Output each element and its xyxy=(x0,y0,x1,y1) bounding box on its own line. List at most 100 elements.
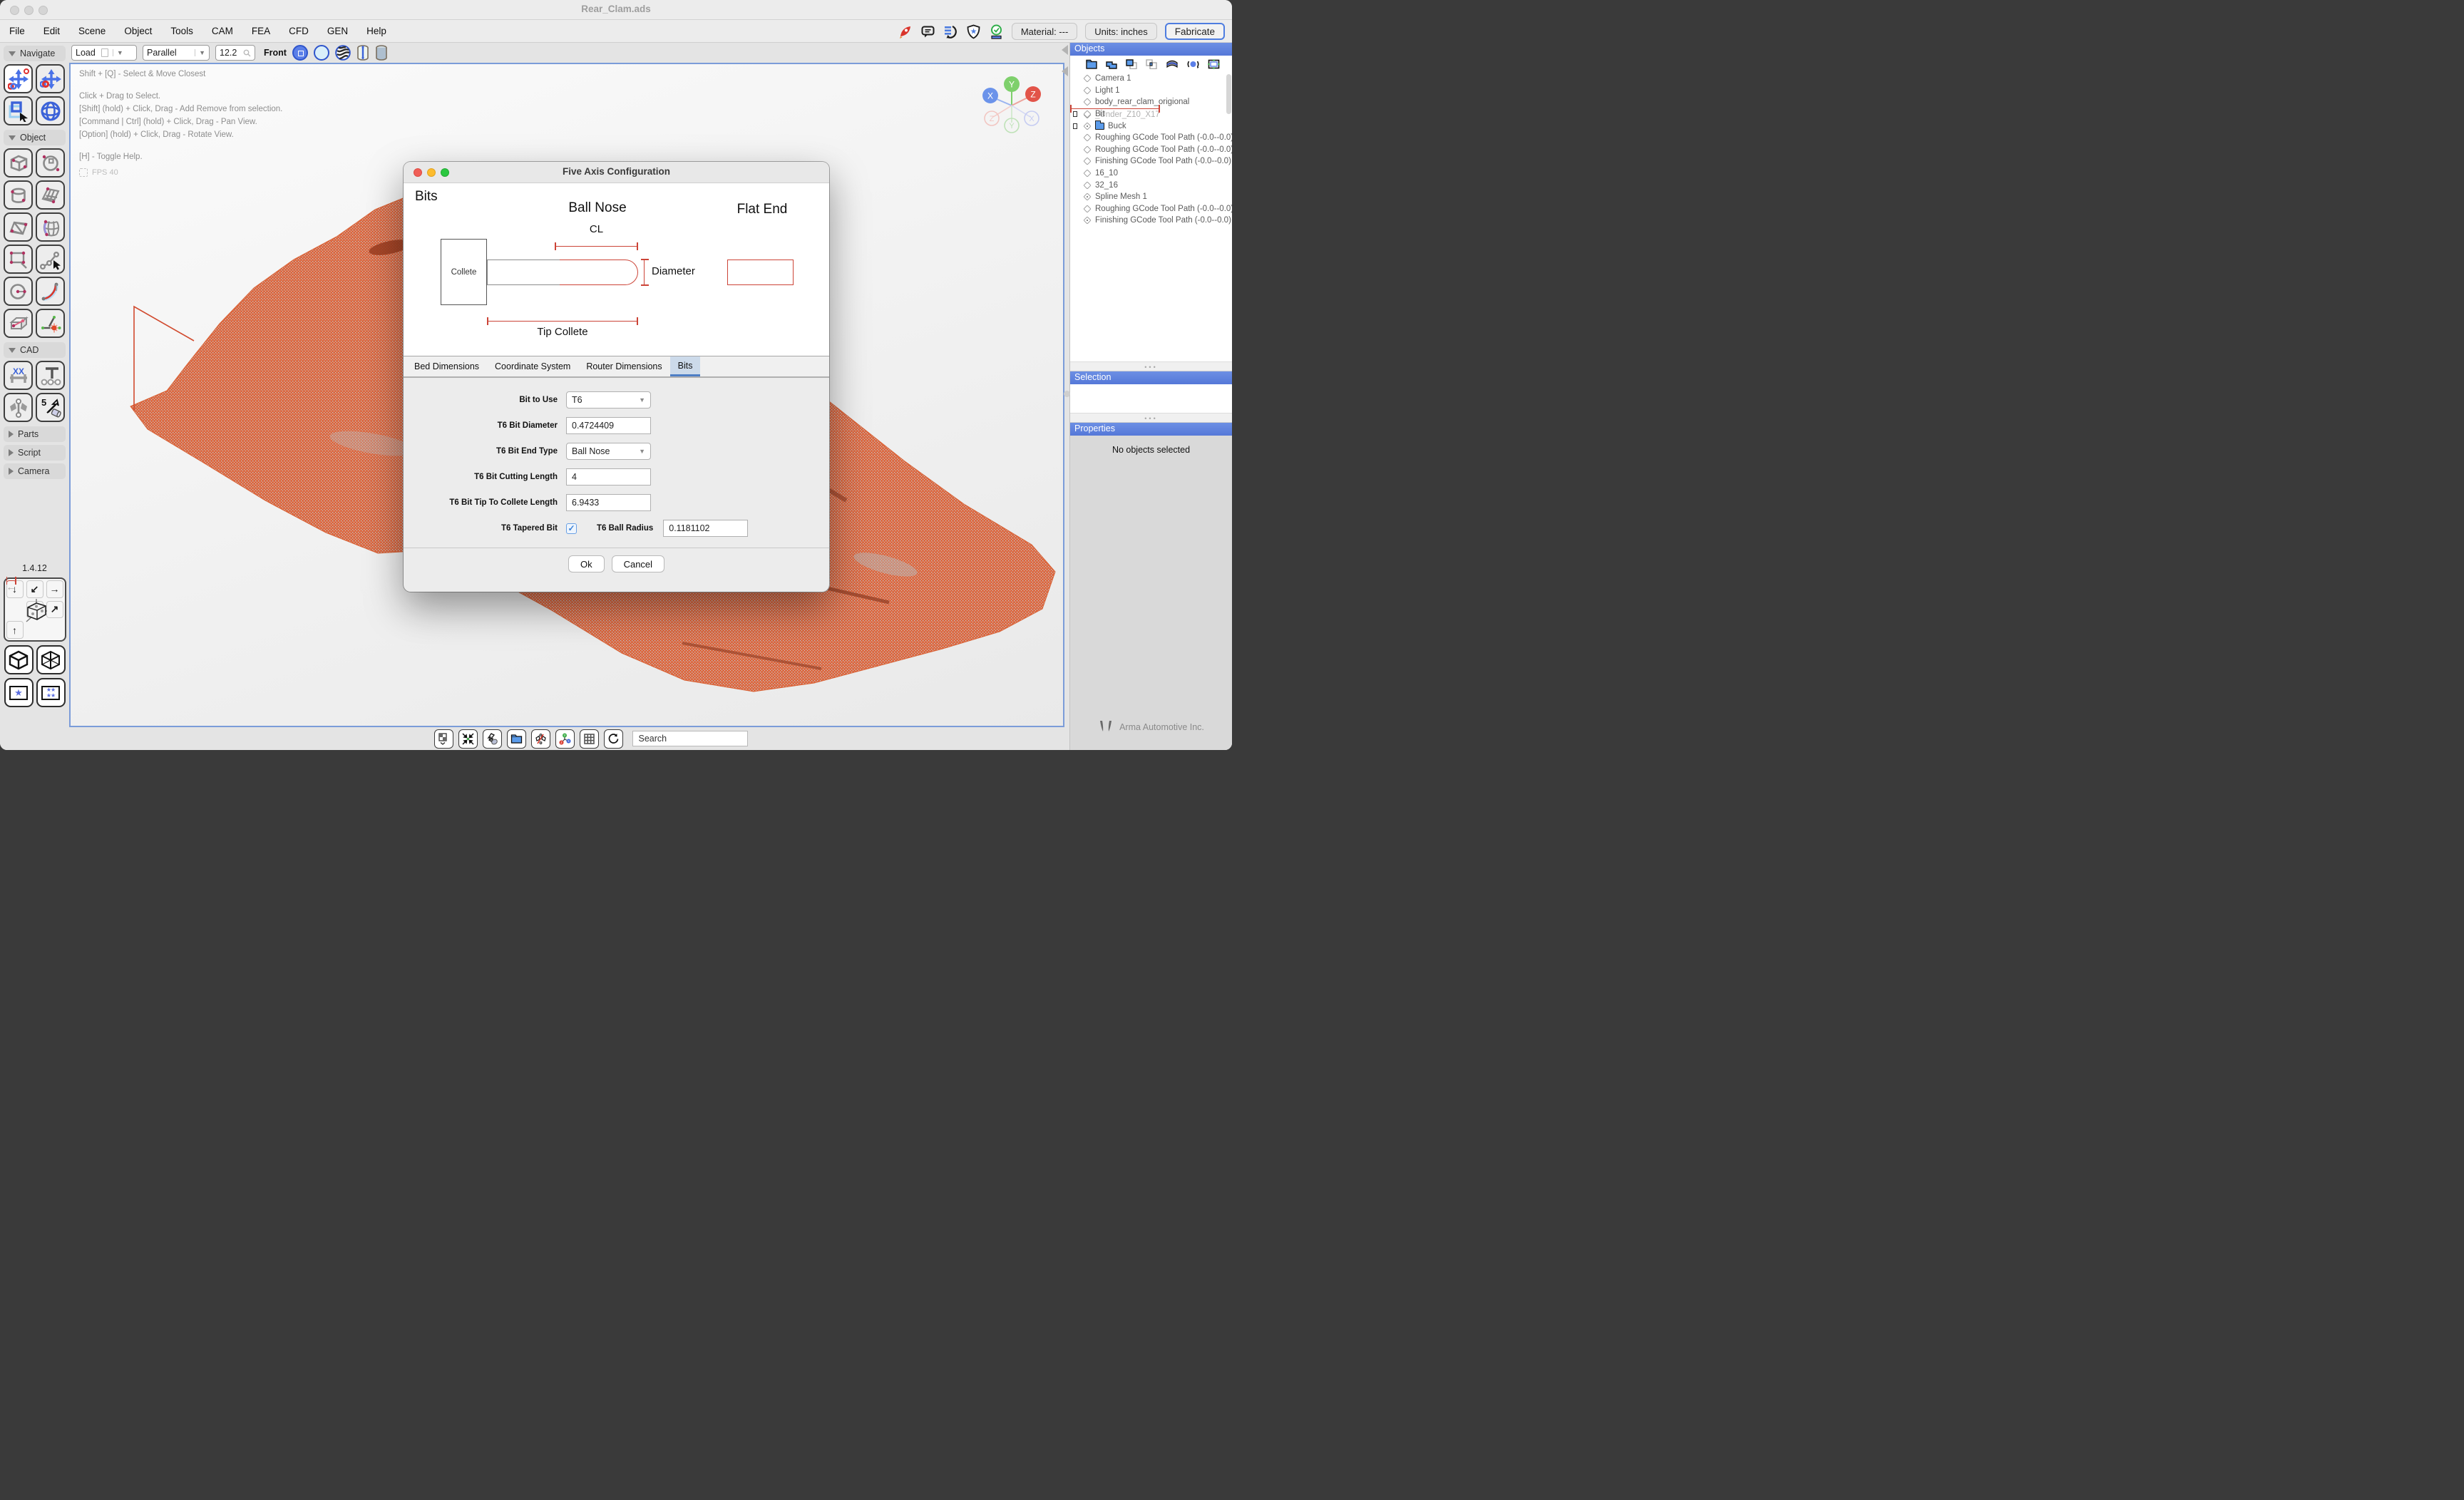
menu-item[interactable]: Help xyxy=(357,26,396,36)
history-queue-icon[interactable] xyxy=(943,24,958,39)
object-item[interactable]: 16_10 xyxy=(1070,168,1232,180)
menu-item[interactable]: File xyxy=(0,26,34,36)
sphere-tool-button[interactable] xyxy=(36,148,65,178)
rotate-object-icon[interactable] xyxy=(1187,59,1199,69)
ball-radius-input[interactable] xyxy=(663,520,748,537)
pan-right-button[interactable]: → xyxy=(46,580,63,598)
refresh-button[interactable] xyxy=(604,729,623,749)
menu-item[interactable]: Object xyxy=(115,26,161,36)
bit-cutting-length-input[interactable] xyxy=(566,468,651,486)
object-item[interactable]: Spline Mesh 1 xyxy=(1070,191,1232,203)
pane-resize-handle[interactable]: ••• xyxy=(1070,413,1232,423)
menu-item[interactable]: Edit xyxy=(34,26,69,36)
shield-star-icon[interactable]: ★ xyxy=(966,24,981,39)
object-item[interactable]: Camera 1 xyxy=(1070,73,1232,85)
axis-y-label[interactable]: Y xyxy=(1009,80,1015,90)
axis-z-label[interactable]: Z xyxy=(1030,90,1035,100)
rectangle-tool-button[interactable] xyxy=(4,245,33,274)
object-item[interactable]: Roughing GCode Tool Path (-0.0--0.0) xyxy=(1070,144,1232,156)
axis-x-label[interactable]: X xyxy=(987,91,993,101)
menu-item[interactable]: GEN xyxy=(318,26,357,36)
check-badge-icon[interactable] xyxy=(989,24,1004,39)
comments-icon[interactable] xyxy=(920,24,935,39)
tube-tool-button[interactable] xyxy=(4,309,33,338)
five-axis-toolpath-button[interactable]: 5 xyxy=(36,393,65,422)
selection-panel-header[interactable]: Selection xyxy=(1070,371,1232,384)
visibility-diamond-icon[interactable] xyxy=(1083,169,1091,177)
menu-item[interactable]: CFD xyxy=(279,26,318,36)
pick-tool-button[interactable] xyxy=(483,729,502,749)
projection-dropdown[interactable]: Parallel ▼ xyxy=(143,45,210,61)
object-item[interactable]: Buck xyxy=(1070,120,1232,132)
section-script[interactable]: Script xyxy=(4,445,66,461)
dialog-tab[interactable]: Bits xyxy=(670,356,701,376)
grid-plane-tool-button[interactable] xyxy=(36,180,65,210)
visibility-diamond-icon[interactable] xyxy=(1083,145,1091,153)
visibility-diamond-icon[interactable] xyxy=(1083,158,1091,165)
search-input[interactable] xyxy=(632,731,748,746)
menu-item[interactable]: Tools xyxy=(161,26,202,36)
rocket-icon[interactable] xyxy=(898,24,913,39)
bounding-box-icon[interactable] xyxy=(1208,59,1220,69)
menu-item[interactable]: FEA xyxy=(242,26,279,36)
section-cad[interactable]: CAD xyxy=(4,342,66,358)
move-closest-tool-button[interactable] xyxy=(4,64,33,93)
surface-bend-icon[interactable] xyxy=(1166,59,1179,69)
zebra-analysis-button[interactable] xyxy=(335,45,351,61)
dimension-tool-button[interactable]: XX xyxy=(4,361,33,390)
boolean-union-icon[interactable] xyxy=(1106,59,1117,69)
axis-neg-x-label[interactable]: X xyxy=(1029,115,1035,123)
solid-cube-view-button[interactable] xyxy=(4,645,34,674)
menu-item[interactable]: Scene xyxy=(69,26,115,36)
point-light-tool-button[interactable] xyxy=(36,309,65,338)
ok-button[interactable]: Ok xyxy=(568,555,605,572)
section-navigate[interactable]: Navigate xyxy=(4,46,66,61)
cylinder-tool-button[interactable] xyxy=(4,180,33,210)
orbit-tool-button[interactable] xyxy=(36,96,65,125)
visibility-diamond-icon[interactable] xyxy=(1083,134,1091,142)
axis-neg-y-label[interactable]: Y xyxy=(1009,122,1015,130)
box-tool-button[interactable] xyxy=(4,148,33,178)
cancel-button[interactable]: Cancel xyxy=(612,555,664,572)
visibility-diamond-icon[interactable] xyxy=(1083,86,1091,94)
pane-resize-handle[interactable]: ••• xyxy=(1070,361,1232,371)
visibility-diamond-icon[interactable] xyxy=(1083,122,1091,130)
visibility-diamond-icon[interactable] xyxy=(1083,193,1091,201)
visibility-diamond-icon[interactable] xyxy=(1083,110,1091,118)
collapse-panel-icon[interactable] xyxy=(1062,66,1068,76)
zoom-field[interactable]: 12.2 xyxy=(215,45,255,61)
splitter-handle[interactable] xyxy=(1064,391,1070,397)
object-item[interactable]: Finishing GCode Tool Path (-0.0--0.0) xyxy=(1070,215,1232,227)
bit-end-type-select[interactable]: Ball Nose▼ xyxy=(566,443,651,460)
lathe-mesh-tool-button[interactable] xyxy=(36,212,65,242)
pan-up-button[interactable]: ↑ xyxy=(6,621,24,639)
pan-left-button[interactable]: ← xyxy=(6,580,16,592)
section-object[interactable]: Object xyxy=(4,130,66,145)
bit-to-use-select[interactable]: T6▼ xyxy=(566,391,651,409)
axes-origin-button[interactable]: YZX xyxy=(555,729,575,749)
expander-icon[interactable] xyxy=(1073,123,1077,129)
cylinder-shaded-button[interactable] xyxy=(375,45,388,61)
dialog-tab[interactable]: Router Dimensions xyxy=(578,356,669,376)
boolean-intersect-icon[interactable] xyxy=(1146,59,1157,69)
boolean-subtract-icon[interactable] xyxy=(1126,59,1137,69)
object-item[interactable]: Bit xyxy=(1070,108,1232,120)
dialog-titlebar[interactable]: Five Axis Configuration xyxy=(404,162,829,183)
dialog-tab[interactable]: Bed Dimensions xyxy=(406,356,487,376)
object-item[interactable]: Light 1 xyxy=(1070,85,1232,97)
properties-panel-header[interactable]: Properties xyxy=(1070,423,1232,436)
object-item[interactable]: Finishing GCode Tool Path (-0.0--0.0) xyxy=(1070,155,1232,168)
visibility-diamond-icon[interactable] xyxy=(1083,217,1091,225)
panel-splitter[interactable] xyxy=(1062,45,1068,88)
object-item[interactable]: Roughing GCode Tool Path (-0.0--0.0) xyxy=(1070,203,1232,215)
collapse-panel-icon[interactable] xyxy=(1062,45,1068,55)
units-button[interactable]: Units: inches xyxy=(1085,23,1156,40)
load-dropdown[interactable]: Load ▼ xyxy=(71,45,137,61)
visibility-diamond-icon[interactable] xyxy=(1083,75,1091,83)
joint-tool-button[interactable] xyxy=(36,361,65,390)
folder-button[interactable] xyxy=(507,729,526,749)
dialog-tab[interactable]: Coordinate System xyxy=(487,356,578,376)
material-preview-button[interactable] xyxy=(434,729,453,749)
object-item[interactable]: body_rear_clam_origional xyxy=(1070,96,1232,108)
menu-item[interactable]: CAM xyxy=(202,26,242,36)
